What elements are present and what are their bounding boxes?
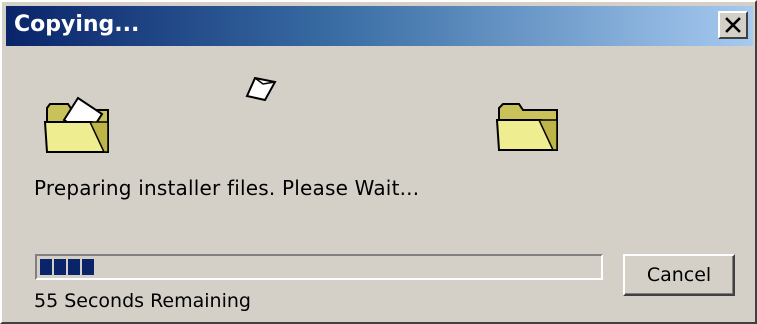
document-icon <box>245 76 277 102</box>
folder-icon <box>495 103 558 151</box>
progress-block <box>40 259 52 275</box>
copying-dialog: Copying... Preparing installer files. Pl… <box>0 0 757 324</box>
progress-block <box>54 259 66 275</box>
close-button[interactable] <box>718 11 748 39</box>
progress-block <box>82 259 94 275</box>
open-folder-icon <box>43 96 109 153</box>
status-message: Preparing installer files. Please Wait..… <box>34 176 420 200</box>
time-remaining: 55 Seconds Remaining <box>34 290 251 312</box>
progress-bar <box>35 254 603 280</box>
close-icon <box>725 17 741 33</box>
cancel-button[interactable]: Cancel <box>623 254 735 296</box>
progress-block <box>68 259 80 275</box>
window-title: Copying... <box>14 12 140 37</box>
title-bar[interactable]: Copying... <box>6 6 753 46</box>
